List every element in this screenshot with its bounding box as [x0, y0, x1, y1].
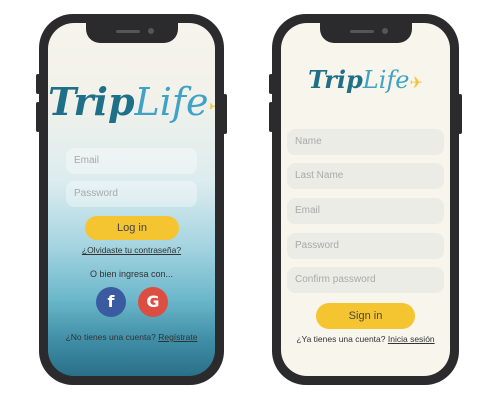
login-link[interactable]: Inicia sesión [388, 334, 435, 344]
triplife-logo: TripLife✈ [308, 65, 423, 94]
facebook-icon: f [107, 292, 115, 311]
google-icon: G [146, 292, 160, 311]
email-field[interactable]: Email [287, 198, 444, 224]
notch [319, 23, 412, 43]
facebook-login-button[interactable]: f [96, 287, 126, 317]
login-prompt: ¿Ya tienes una cuenta? Inicia sesión [296, 334, 435, 344]
google-login-button[interactable]: G [138, 287, 168, 317]
volume-up-button [36, 74, 40, 94]
signup-screen: TripLife✈ Name Last Name Email Password … [281, 23, 450, 376]
login-button[interactable]: Log in [85, 216, 179, 240]
phone-signup: TripLife✈ Name Last Name Email Password … [269, 14, 462, 385]
signup-prompt: ¿No tienes una cuenta? Regístrate [65, 332, 198, 342]
email-field[interactable]: Email [66, 148, 197, 174]
name-field[interactable]: Name [287, 129, 444, 155]
volume-down-button [269, 102, 273, 132]
confirm-password-field[interactable]: Confirm password [287, 267, 444, 293]
volume-up-button [269, 74, 273, 94]
signup-link[interactable]: Regístrate [158, 332, 197, 342]
signin-button[interactable]: Sign in [316, 303, 415, 329]
airplane-icon: ✈ [209, 94, 216, 121]
volume-down-button [36, 102, 40, 132]
notch [85, 23, 178, 43]
power-button [223, 94, 227, 134]
or-text: O bien ingresa con... [89, 269, 174, 279]
login-screen: TripLife✈ Email Password Log in ¿Olvidas… [48, 23, 215, 376]
password-field[interactable]: Password [66, 181, 197, 207]
forgot-password-link[interactable]: ¿Olvidaste tu contraseña? [48, 245, 215, 255]
last-name-field[interactable]: Last Name [287, 163, 444, 189]
power-button [458, 94, 462, 134]
password-field[interactable]: Password [287, 233, 444, 259]
triplife-logo: TripLife✈ [48, 79, 215, 125]
airplane-icon: ✈ [409, 75, 423, 92]
phone-login: TripLife✈ Email Password Log in ¿Olvidas… [36, 14, 227, 385]
